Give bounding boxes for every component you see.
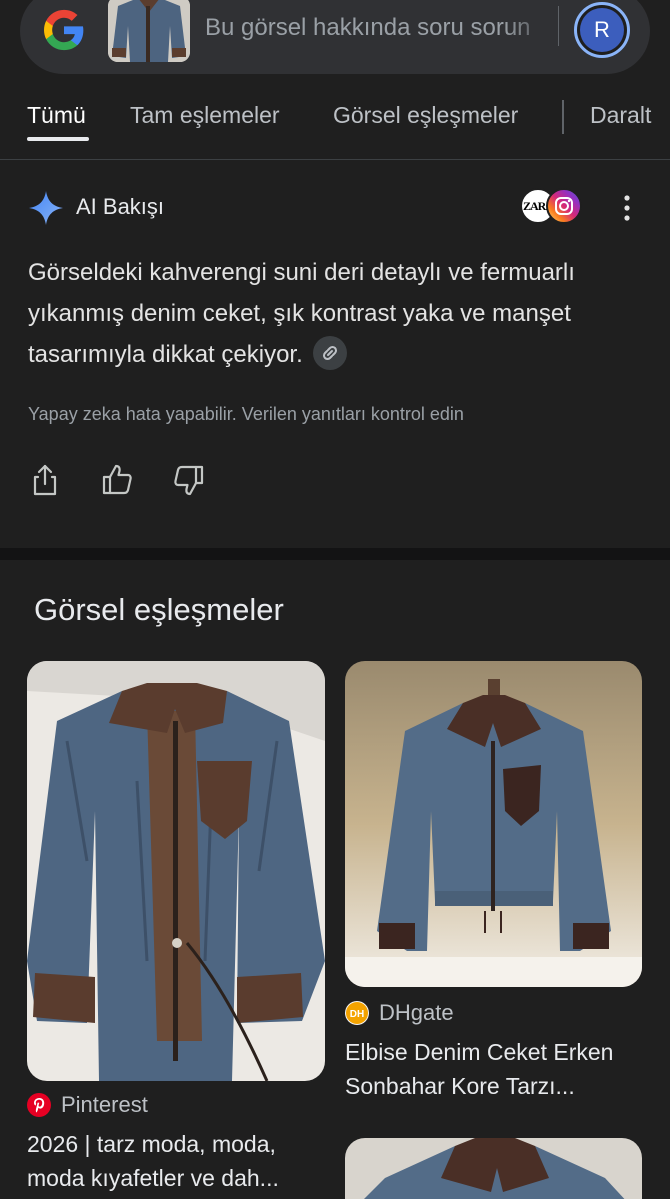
pinterest-icon <box>27 1093 51 1117</box>
google-g-icon[interactable] <box>42 8 86 52</box>
section-divider <box>0 548 670 560</box>
thumbs-up-icon[interactable] <box>100 462 134 498</box>
ai-disclaimer: Yapay zeka hata yapabilir. Verilen yanıt… <box>28 404 464 424</box>
result-source-pinterest[interactable]: Pinterest <box>27 1092 148 1118</box>
tab-refine[interactable]: Daralt <box>590 102 651 129</box>
result-image-dhgate[interactable] <box>345 661 642 987</box>
dhgate-icon: DH <box>345 1001 369 1025</box>
visual-matches-section: Görsel eşleşmeler Pinterest 2026 | tarz … <box>0 560 670 1199</box>
account-avatar[interactable]: R <box>574 2 630 58</box>
avatar-letter: R <box>580 8 624 52</box>
link-icon[interactable] <box>313 335 348 370</box>
more-options-icon[interactable] <box>612 192 642 224</box>
tab-exact-matches[interactable]: Tam eşlemeler <box>130 102 280 129</box>
result-source-dhgate[interactable]: DH DHgate <box>345 1000 454 1026</box>
result-image-3[interactable] <box>345 1138 642 1199</box>
result-image-pinterest[interactable] <box>27 661 325 1081</box>
ai-overview-body: Görseldeki kahverengi suni deri detaylı … <box>28 259 575 368</box>
thumbs-down-icon[interactable] <box>172 462 206 498</box>
ai-action-bar <box>28 462 248 498</box>
search-divider <box>558 6 559 46</box>
result-title-dhgate[interactable]: Elbise Denim Ceket Erken Sonbahar Kore T… <box>345 1035 645 1103</box>
result-title-line: 2026 | tarz moda, moda, <box>27 1131 276 1157</box>
results-tabs: Tümü Tam eşlemeler Görsel eşleşmeler Dar… <box>0 92 670 160</box>
result-source-name: Pinterest <box>61 1092 148 1117</box>
instagram-icon <box>546 188 582 224</box>
tab-all[interactable]: Tümü <box>27 102 86 129</box>
ai-sparkle-icon <box>29 191 63 225</box>
ai-overview-text: Görseldeki kahverengi suni deri detaylı … <box>28 252 648 375</box>
share-icon[interactable] <box>28 462 62 498</box>
tab-separator <box>562 100 564 134</box>
result-title-line: moda kıyafetler ve dah... <box>27 1165 279 1191</box>
ai-overview-card: AI Bakışı ZARA Görseldeki kahverengi sun… <box>0 160 670 550</box>
query-image-thumbnail[interactable] <box>108 0 190 62</box>
result-title-pinterest[interactable]: 2026 | tarz moda, moda, moda kıyafetler … <box>27 1127 327 1195</box>
tab-visual-matches[interactable]: Görsel eşleşmeler <box>333 102 518 129</box>
svg-text:DH: DH <box>350 1009 364 1020</box>
ai-sources[interactable]: ZARA <box>520 188 584 224</box>
top-bar: Bu görsel hakkında soru sorun R <box>0 0 670 84</box>
result-title-line: Sonbahar Kore Tarzı... <box>345 1073 575 1099</box>
result-source-name: DHgate <box>379 1000 454 1025</box>
result-title-line: Elbise Denim Ceket Erken <box>345 1039 614 1065</box>
active-tab-indicator <box>27 137 89 141</box>
search-input[interactable]: Bu görsel hakkında soru sorun <box>205 14 557 48</box>
visual-matches-title: Görsel eşleşmeler <box>34 592 284 627</box>
ai-overview-title: AI Bakışı <box>76 194 165 219</box>
